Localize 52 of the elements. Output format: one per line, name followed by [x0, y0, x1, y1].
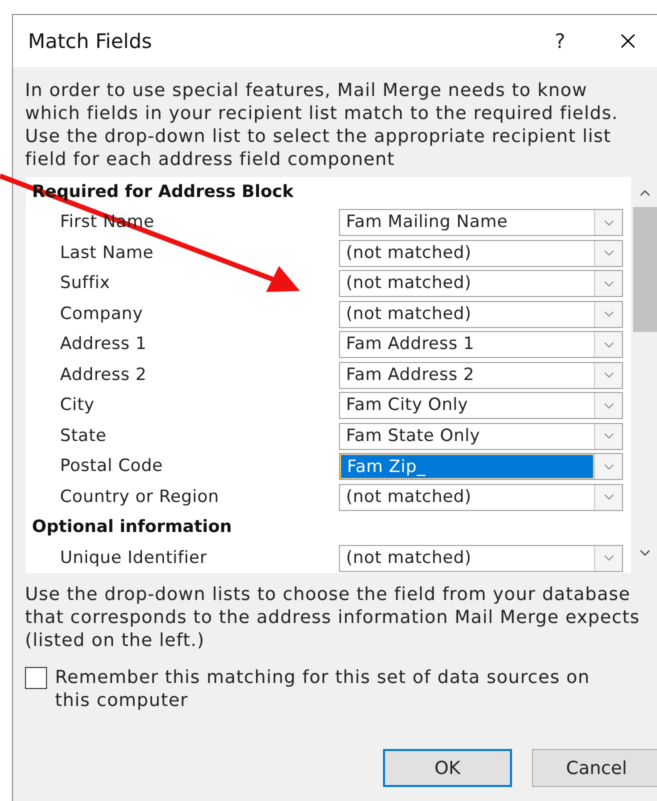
dropdown-value: (not matched) [345, 302, 472, 326]
chevron-down-icon [594, 484, 622, 510]
field-label: Last Name [60, 242, 154, 264]
help-button[interactable]: ? [546, 26, 574, 56]
window-title: Match Fields [28, 28, 152, 55]
chevron-down-icon [594, 302, 622, 327]
field-dropdown[interactable]: Fam State Only [339, 422, 623, 450]
dropdown-value: (not matched) [345, 486, 472, 509]
field-dropdown[interactable]: Fam Address 2 [339, 362, 623, 389]
field-label: Suffix [60, 272, 110, 295]
dropdown-value: Fam State Only [345, 424, 482, 448]
field-label: Country or Region [60, 486, 220, 508]
dropdown-value: Fam Mailing Name [345, 211, 509, 234]
dropdown-value: (not matched) [345, 546, 472, 570]
intro-text: In order to use special features, Mail Merge needs to know which fields in your recipient list match to the required fields. Use the drop-down list to select the appropriate recipient list field for each address field component [25, 79, 620, 171]
dialog-button[interactable]: Cancel [532, 749, 657, 787]
section-heading: Optional information [32, 516, 232, 539]
dropdown-value: Fam Address 1 [345, 333, 476, 356]
dropdown-value: (not matched) [345, 272, 472, 296]
field-dropdown[interactable]: Fam Zip_ [339, 453, 623, 480]
field-label: Company [60, 302, 143, 326]
field-dropdown[interactable]: (not matched) [339, 240, 623, 267]
chevron-down-icon [594, 393, 622, 418]
remember-checkbox[interactable] [25, 667, 47, 689]
chevron-down-icon [594, 210, 622, 236]
field-label: Postal Code [60, 455, 163, 478]
field-label: City [60, 394, 95, 417]
field-label: State [60, 424, 106, 448]
chevron-down-icon [594, 271, 622, 296]
field-dropdown[interactable]: Fam Address 1 [339, 331, 623, 358]
field-label: Address 2 [60, 364, 147, 386]
field-dropdown[interactable]: (not matched) [339, 300, 623, 328]
dropdown-value: Fam Zip_ [341, 455, 593, 478]
scrollbar-thumb[interactable] [632, 207, 656, 332]
field-dropdown[interactable]: (not matched) [339, 270, 623, 298]
field-dropdown[interactable]: Fam City Only [339, 392, 623, 420]
field-dropdown[interactable]: (not matched) [339, 544, 623, 572]
field-label: Unique Identifier [60, 546, 208, 570]
chevron-down-icon [594, 362, 622, 388]
field-label: Address 1 [60, 333, 147, 356]
dropdown-value: Fam City Only [345, 394, 470, 418]
dialog-button[interactable]: OK [383, 749, 512, 787]
dropdown-value: (not matched) [345, 242, 472, 265]
chevron-down-icon [594, 332, 622, 358]
dropdown-value: Fam Address 2 [345, 364, 476, 387]
field-dropdown[interactable]: (not matched) [339, 484, 623, 511]
hint-text: Use the drop-down lists to choose the field from your database that corresponds to the address information Mail Merge expects (listed on the left.) [25, 583, 641, 652]
chevron-down-icon [594, 424, 622, 449]
chevron-down-icon [594, 454, 622, 480]
chevron-down-icon [594, 240, 622, 266]
field-dropdown[interactable]: Fam Mailing Name [339, 209, 623, 236]
remember-label[interactable]: Remember this matching for this set of data sources on this computer [55, 666, 625, 712]
